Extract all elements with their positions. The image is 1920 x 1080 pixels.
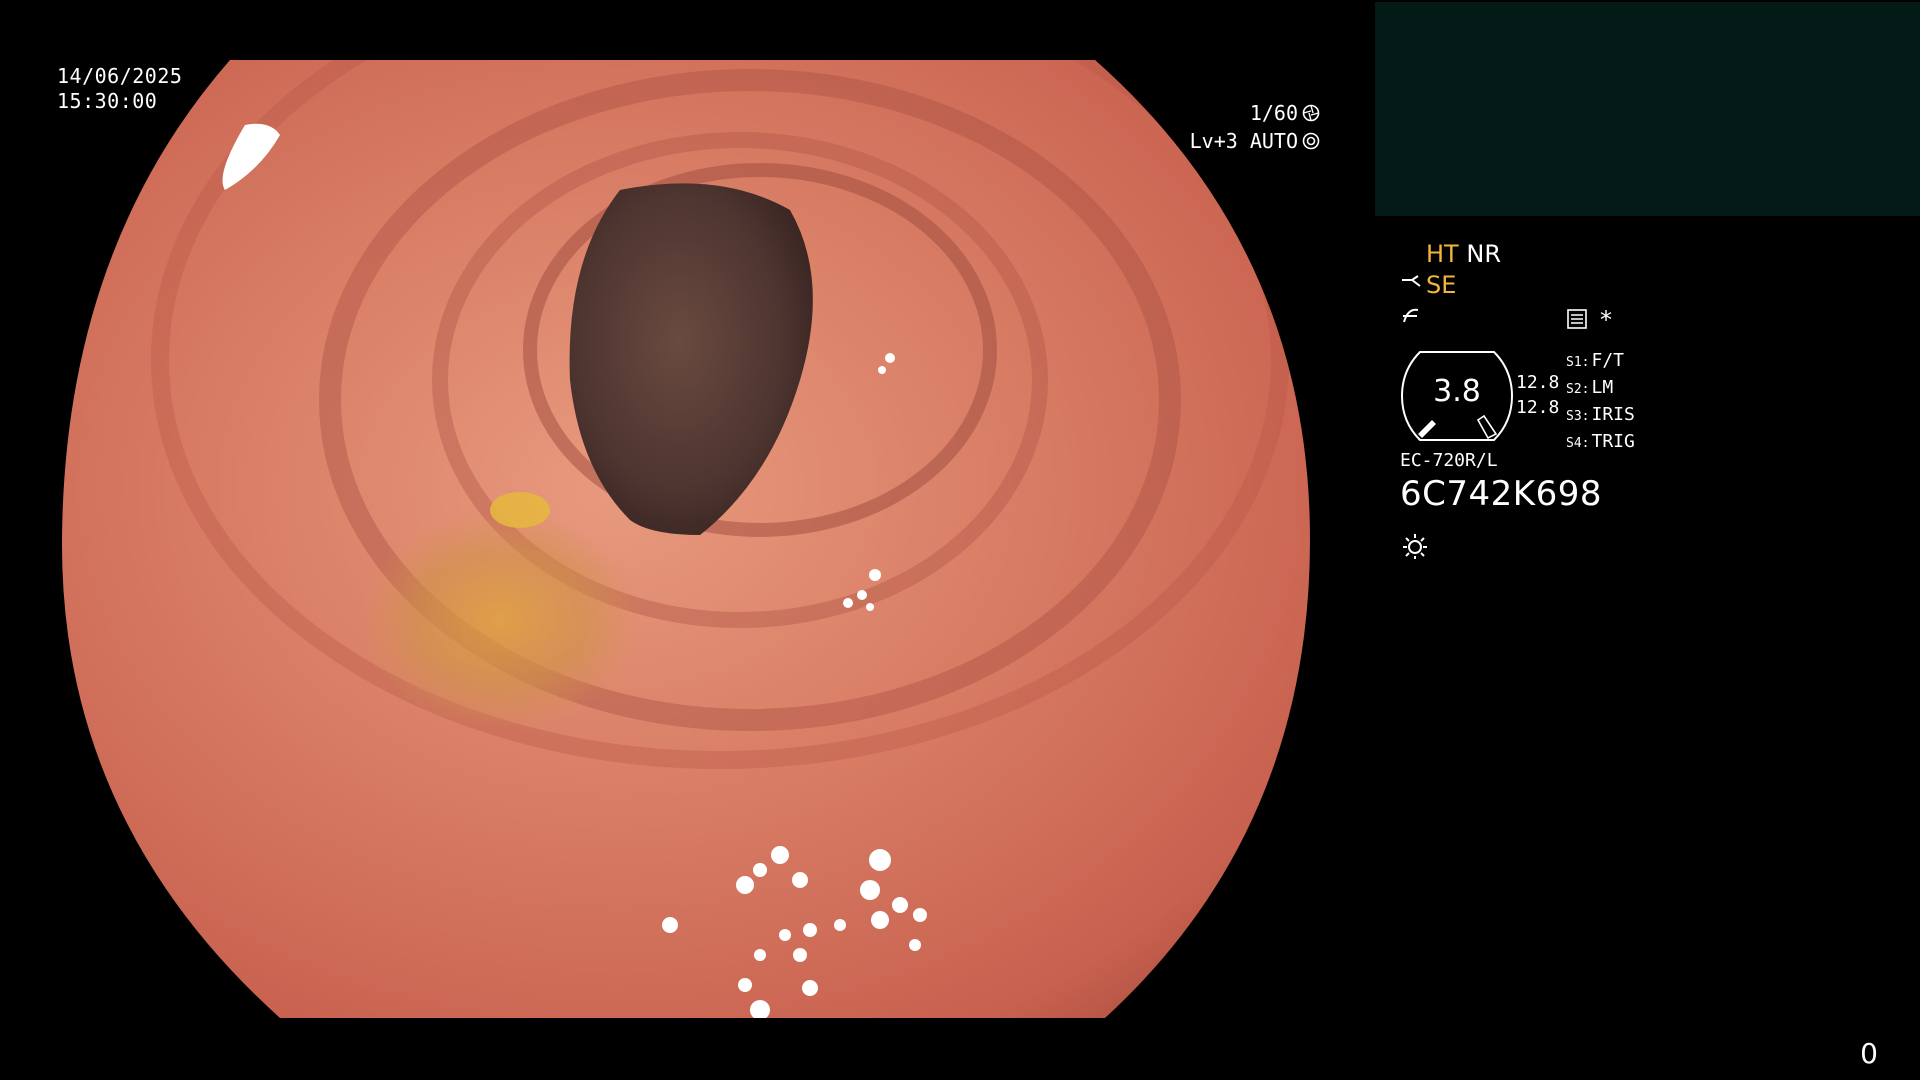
light-icon [1403,534,1427,559]
timestamp: 14/06/2025 15:30:00 [57,64,182,114]
mode-ht: HT [1426,240,1459,268]
dial-value-2: 12.8 [1516,397,1560,418]
page-indicator: 0 [1860,1037,1878,1070]
switch-1: S1: F/T [1566,350,1624,371]
auto-iris-icon [1302,132,1320,150]
switch-2: S2: LM [1566,377,1614,398]
endoscope-view [0,0,1372,1080]
asterisk-indicator: * [1600,306,1612,334]
curve-icon [1403,308,1419,323]
colon-image [61,60,1311,1018]
shutter-icon [1302,104,1320,122]
exposure-level: Lv+3 AUTO [1189,129,1298,153]
switch-assignments: S1: F/T S2: LM S3: IRIS S4: TRIG [1566,348,1635,456]
menu-icon [1567,309,1587,329]
switch-4: S4: TRIG [1566,431,1635,452]
mode-line-1: HT NR [1426,240,1501,268]
mode-se: SE [1426,271,1457,299]
mode-nr: NR [1466,240,1501,268]
info-panel: HT NR SE * 3.8 12.8 12.8 S1: F/T S2: LM S3… [1400,240,1900,570]
thumbnail-area [1375,2,1920,216]
exposure-readout: 1/60 Lv+3 AUTO [1190,99,1320,155]
shutter-row: 1/60 [1190,99,1320,127]
scope-serial: 6C742K698 [1400,474,1602,514]
date-text: 14/06/2025 [57,64,183,88]
scope-model: EC-720R/L [1400,450,1498,471]
scope-tip-icon [1402,275,1421,287]
dial-values: 12.8 12.8 [1516,370,1559,420]
zoom-value: 3.8 [1433,374,1481,409]
switch-3: S3: IRIS [1566,404,1635,425]
shutter-speed: 1/60 [1249,101,1298,125]
exposure-row: Lv+3 AUTO [1190,127,1320,155]
dial-value-1: 12.8 [1516,372,1560,393]
time-text: 15:30:00 [57,89,158,113]
